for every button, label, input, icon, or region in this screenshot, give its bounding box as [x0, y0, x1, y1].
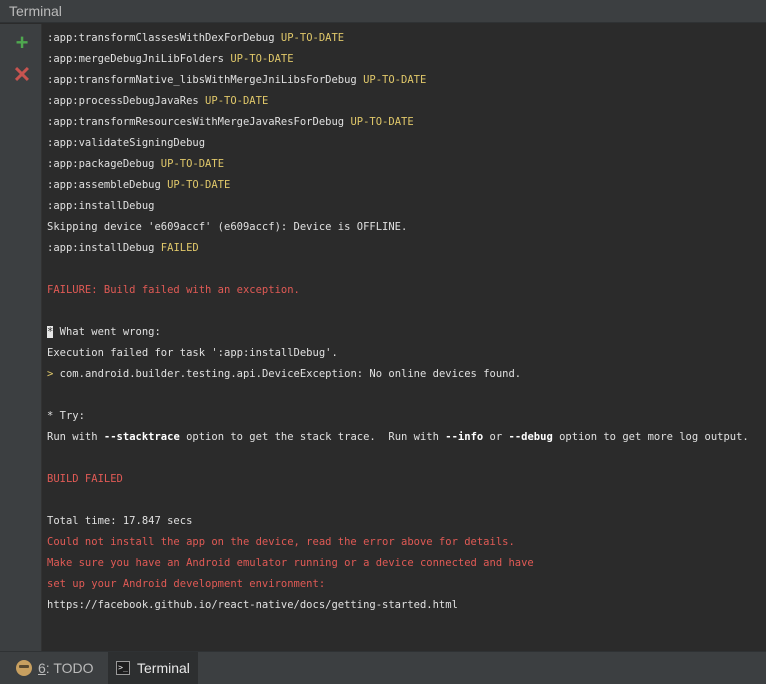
tool-window-bar: 6: TODO >_ Terminal	[0, 651, 766, 684]
line-text: Total time: 17.847 secs	[47, 515, 193, 527]
terminal-line: Could not install the app on the device,…	[47, 532, 515, 553]
todo-tab-label: : TODO	[45, 660, 94, 676]
line-prefix: >	[47, 368, 60, 380]
line-text: :app:packageDebug	[47, 158, 161, 170]
terminal-line: :app:transformClassesWithDexForDebug UP-…	[47, 28, 344, 49]
terminal-line: Total time: 17.847 secs	[47, 511, 192, 532]
line-text: Skipping device 'e609accf' (e609accf): D…	[47, 221, 408, 233]
terminal-toolbar: + ✕	[0, 24, 42, 651]
terminal-output[interactable]: :app:transformClassesWithDexForDebug UP-…	[42, 24, 766, 651]
terminal-line: Run with --stacktrace option to get the …	[47, 427, 749, 448]
line-text: :app:installDebug	[47, 200, 155, 212]
line-text: :app:transformResourcesWithMergeJavaResF…	[47, 116, 351, 128]
terminal-line: BUILD FAILED	[47, 469, 123, 490]
status-text: UP-TO-DATE	[167, 179, 231, 191]
error-text: FAILURE: Build failed with an exception.	[47, 284, 300, 296]
terminal-icon: >_	[116, 661, 130, 675]
tool-window-title: Terminal	[9, 3, 62, 19]
terminal-line: :app:mergeDebugJniLibFolders UP-TO-DATE	[47, 49, 294, 70]
line-text: :app:assembleDebug	[47, 179, 168, 191]
terminal-line: :app:processDebugJavaRes UP-TO-DATE	[47, 91, 268, 112]
status-text: UP-TO-DATE	[205, 95, 269, 107]
error-text: Make sure you have an Android emulator r…	[47, 557, 534, 569]
terminal-line: :app:installDebug	[47, 196, 154, 217]
terminal-line: > com.android.builder.testing.api.Device…	[47, 364, 521, 385]
option-flag: --debug	[508, 431, 553, 443]
terminal-tab-label: Terminal	[137, 660, 190, 676]
line-text: * Try:	[47, 410, 85, 422]
terminal-line: :app:transformNative_libsWithMergeJniLib…	[47, 70, 426, 91]
terminal-line: :app:installDebug FAILED	[47, 238, 199, 259]
tool-window-header: Terminal	[0, 0, 766, 23]
status-text: UP-TO-DATE	[280, 32, 345, 44]
error-text: BUILD FAILED	[47, 473, 123, 485]
terminal-line: FAILURE: Build failed with an exception.	[47, 280, 300, 301]
line-text: :app:processDebugJavaRes	[47, 95, 206, 107]
line-text: :app:validateSigningDebug	[47, 137, 206, 149]
option-flag: --info	[445, 431, 484, 443]
terminal-line: Execution failed for task ':app:installD…	[47, 343, 338, 364]
line-text: :app:mergeDebugJniLibFolders	[47, 53, 231, 65]
error-text: set up your Android development environm…	[47, 578, 326, 590]
line-text: option to get the stack trace. Run with	[179, 431, 446, 443]
todo-tab-number: 6	[38, 660, 46, 676]
todo-icon	[16, 660, 32, 676]
line-text: :app:transformClassesWithDexForDebug	[47, 32, 281, 44]
terminal-line: :app:packageDebug UP-TO-DATE	[47, 154, 224, 175]
status-text: UP-TO-DATE	[350, 116, 414, 128]
line-text: com.android.builder.testing.api.DeviceEx…	[59, 368, 522, 380]
terminal-line: set up your Android development environm…	[47, 574, 325, 595]
close-session-icon[interactable]: ✕	[11, 64, 33, 86]
status-text: FAILED	[160, 242, 199, 254]
terminal-line: * What went wrong:	[47, 322, 161, 343]
line-text: Execution failed for task ':app:installD…	[47, 347, 338, 359]
terminal-line: https://facebook.github.io/react-native/…	[47, 595, 458, 616]
line-text: option to get more log output.	[552, 431, 749, 443]
error-text: Could not install the app on the device,…	[47, 536, 515, 548]
option-flag: --stacktrace	[103, 431, 180, 443]
terminal-line: :app:assembleDebug UP-TO-DATE	[47, 175, 230, 196]
line-text: Run with	[47, 431, 104, 443]
terminal-line: :app:validateSigningDebug	[47, 133, 205, 154]
line-text: :app:installDebug	[47, 242, 161, 254]
line-text: https://facebook.github.io/react-native/…	[47, 599, 458, 611]
line-text: or	[483, 431, 509, 443]
todo-tab[interactable]: 6: TODO	[8, 652, 102, 684]
terminal-line: Skipping device 'e609accf' (e609accf): D…	[47, 217, 407, 238]
status-text: UP-TO-DATE	[160, 158, 225, 170]
terminal-line: * Try:	[47, 406, 85, 427]
status-text: UP-TO-DATE	[363, 74, 427, 86]
terminal-tab[interactable]: >_ Terminal	[108, 652, 198, 684]
status-text: UP-TO-DATE	[230, 53, 294, 65]
new-session-plus-icon[interactable]: +	[11, 32, 33, 54]
line-text: :app:transformNative_libsWithMergeJniLib…	[47, 74, 364, 86]
terminal-line: Make sure you have an Android emulator r…	[47, 553, 534, 574]
line-text: What went wrong:	[53, 326, 161, 338]
terminal-line: :app:transformResourcesWithMergeJavaResF…	[47, 112, 414, 133]
